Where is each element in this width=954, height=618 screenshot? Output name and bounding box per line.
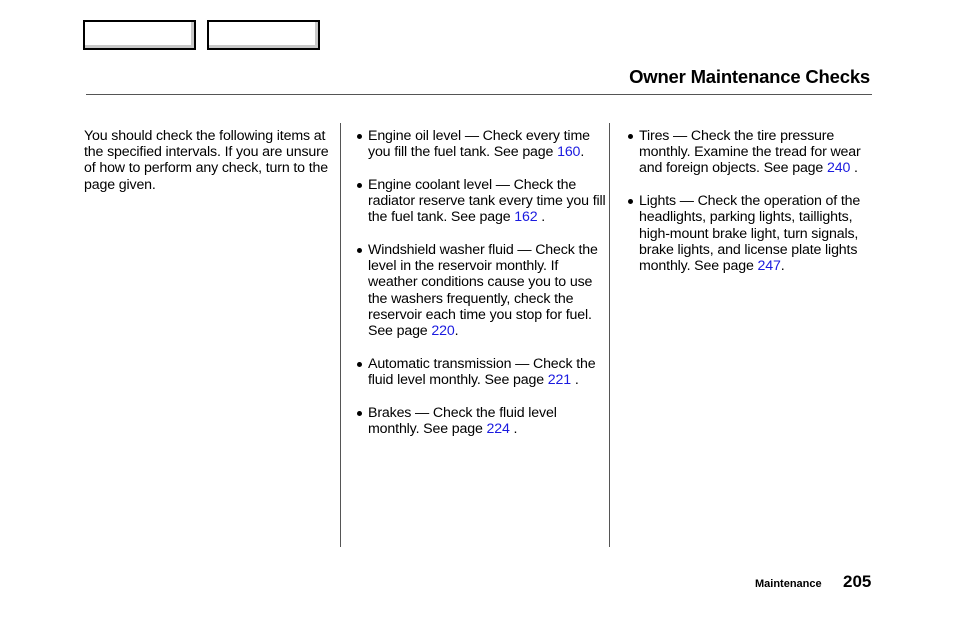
page-link-247[interactable]: 247 xyxy=(758,258,781,274)
punctuation: . xyxy=(509,420,518,437)
title-rule xyxy=(86,94,872,95)
footer-page-number: 205 xyxy=(843,572,872,591)
page-link-220[interactable]: 220 xyxy=(431,323,454,339)
bullet-icon xyxy=(628,134,633,139)
footer-section-label: Maintenance xyxy=(755,578,822,590)
check-item-brakes: Brakes — Check the fluid level monthly. … xyxy=(356,405,606,437)
check-text: Lights — Check the operation of the head… xyxy=(639,193,861,274)
page-link-162[interactable]: 162 xyxy=(514,209,537,225)
punctuation: . xyxy=(454,323,459,340)
page-link-224[interactable]: 224 xyxy=(487,421,510,437)
punctuation: . xyxy=(537,209,546,226)
page-link-240[interactable]: 240 xyxy=(827,160,850,176)
bullet-icon xyxy=(357,134,362,139)
intro-text: You should check the following items at … xyxy=(84,128,329,193)
check-item-engine-oil: Engine oil level — Check every time you … xyxy=(356,128,606,160)
check-item-tires: Tires — Check the tire pressure monthly.… xyxy=(627,128,877,177)
bullet-icon xyxy=(628,199,633,205)
check-item-engine-coolant: Engine coolant level — Check the radiato… xyxy=(356,177,606,226)
page-link-221[interactable]: 221 xyxy=(548,372,571,388)
nav-button-next[interactable] xyxy=(207,20,320,50)
punctuation: . xyxy=(780,257,785,274)
page-link-160[interactable]: 160 xyxy=(557,144,580,160)
column-divider xyxy=(609,123,610,547)
checks-column-1: Engine oil level — Check every time you … xyxy=(356,128,606,454)
check-item-washer-fluid: Windshield washer fluid — Check the leve… xyxy=(356,242,606,339)
punctuation: . xyxy=(850,160,858,177)
check-text: Brakes — Check the fluid level monthly. … xyxy=(368,404,557,437)
punctuation: . xyxy=(571,371,579,388)
bullet-icon xyxy=(357,248,362,254)
check-text: Windshield washer fluid — Check the leve… xyxy=(368,242,598,340)
check-item-lights: Lights — Check the operation of the head… xyxy=(627,193,877,274)
intro-column: You should check the following items at … xyxy=(84,128,329,193)
check-text: Engine coolant level — Check the radiato… xyxy=(368,176,606,226)
bullet-icon xyxy=(357,361,362,367)
check-item-transmission: Automatic transmission — Check the fluid… xyxy=(356,356,606,388)
punctuation: . xyxy=(580,144,585,161)
page-title: Owner Maintenance Checks xyxy=(629,66,870,87)
bullet-icon xyxy=(357,410,362,416)
checks-column-2: Tires — Check the tire pressure monthly.… xyxy=(627,128,877,291)
nav-button-previous[interactable] xyxy=(83,20,196,50)
bullet-icon xyxy=(357,182,362,188)
column-divider xyxy=(340,123,341,547)
